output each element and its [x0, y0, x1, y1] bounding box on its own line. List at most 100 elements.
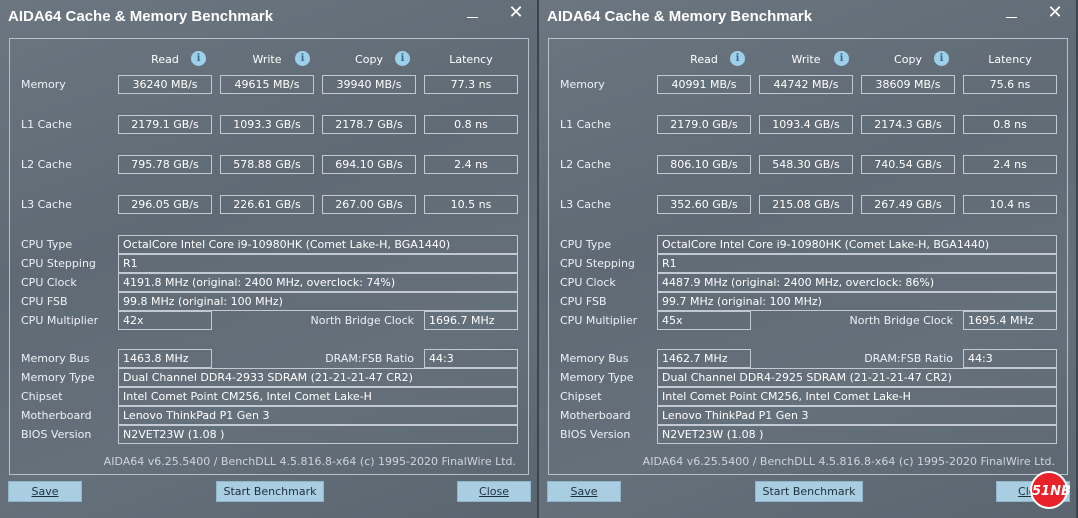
start-benchmark-button[interactable]: Start Benchmark [216, 481, 324, 502]
l3-copy-value: 267.00 GB/s [322, 195, 416, 214]
row-label-l2: L2 Cache [21, 158, 72, 171]
info-icon[interactable]: i [934, 51, 949, 66]
memory-read-value: 36240 MB/s [118, 75, 212, 94]
minimize-icon[interactable] [467, 10, 479, 22]
title-bar[interactable]: AIDA64 Cache & Memory Benchmark ✕ [0, 0, 537, 34]
memory-type-label: Memory Type [21, 371, 95, 384]
memory-bus-value: 1462.7 MHz [657, 349, 751, 368]
motherboard-value: Lenovo ThinkPad P1 Gen 3 [657, 406, 1057, 425]
header-latency: Latency [449, 53, 493, 66]
cpu-stepping-label: CPU Stepping [560, 257, 635, 270]
nb-clock-value: 1695.4 MHz [963, 311, 1057, 330]
memory-read-value: 40991 MB/s [657, 75, 751, 94]
memory-latency-value: 77.3 ns [424, 75, 518, 94]
minimize-icon[interactable] [1006, 10, 1018, 22]
row-label-memory: Memory [560, 78, 605, 91]
nb-clock-label: North Bridge Clock [849, 314, 953, 327]
memory-write-value: 44742 MB/s [759, 75, 853, 94]
dram-fsb-value: 44:3 [424, 349, 518, 368]
cpu-clock-value: 4191.8 MHz (original: 2400 MHz, overcloc… [118, 273, 518, 292]
dram-fsb-value: 44:3 [963, 349, 1057, 368]
l2-write-value: 578.88 GB/s [220, 155, 314, 174]
close-icon[interactable]: ✕ [1046, 3, 1064, 23]
row-label-l3: L3 Cache [560, 198, 611, 211]
bios-value: N2VET23W (1.08 ) [118, 425, 518, 444]
cpu-type-label: CPU Type [560, 238, 612, 251]
nb-clock-label: North Bridge Clock [310, 314, 414, 327]
benchmark-window-right: AIDA64 Cache & Memory Benchmark ✕ Read i… [539, 0, 1076, 518]
watermark-logo: 51NB [1030, 471, 1071, 509]
l1-latency-value: 0.8 ns [963, 115, 1057, 134]
window-title: AIDA64 Cache & Memory Benchmark [8, 8, 274, 25]
cpu-clock-label: CPU Clock [21, 276, 77, 289]
row-label-l1: L1 Cache [560, 118, 611, 131]
row-label-l2: L2 Cache [560, 158, 611, 171]
results-panel: Read i Write i Copy i Latency Memory 409… [548, 38, 1068, 475]
memory-type-value: Dual Channel DDR4-2925 SDRAM (21-21-21-4… [657, 368, 1057, 387]
cpu-type-value: OctalCore Intel Core i9-10980HK (Comet L… [657, 235, 1057, 254]
l1-latency-value: 0.8 ns [424, 115, 518, 134]
l3-write-value: 226.61 GB/s [220, 195, 314, 214]
cpu-stepping-value: R1 [118, 254, 518, 273]
l3-latency-value: 10.4 ns [963, 195, 1057, 214]
close-icon[interactable]: ✕ [507, 3, 525, 23]
info-icon[interactable]: i [295, 51, 310, 66]
l1-read-value: 2179.0 GB/s [657, 115, 751, 134]
memory-type-label: Memory Type [560, 371, 634, 384]
memory-bus-label: Memory Bus [21, 352, 90, 365]
cpu-fsb-value: 99.8 MHz (original: 100 MHz) [118, 292, 518, 311]
chipset-value: Intel Comet Point CM256, Intel Comet Lak… [657, 387, 1057, 406]
info-icon[interactable]: i [395, 51, 410, 66]
nb-clock-value: 1696.7 MHz [424, 311, 518, 330]
l3-read-value: 352.60 GB/s [657, 195, 751, 214]
motherboard-value: Lenovo ThinkPad P1 Gen 3 [118, 406, 518, 425]
l2-read-value: 806.10 GB/s [657, 155, 751, 174]
row-label-l3: L3 Cache [21, 198, 72, 211]
cpu-fsb-label: CPU FSB [21, 295, 68, 308]
l3-write-value: 215.08 GB/s [759, 195, 853, 214]
chipset-label: Chipset [560, 390, 602, 403]
row-label-l1: L1 Cache [21, 118, 72, 131]
cpu-type-label: CPU Type [21, 238, 73, 251]
title-bar[interactable]: AIDA64 Cache & Memory Benchmark ✕ [539, 0, 1076, 34]
benchmark-window-left: AIDA64 Cache & Memory Benchmark ✕ Read i… [0, 0, 537, 518]
bios-label: BIOS Version [560, 428, 631, 441]
motherboard-label: Motherboard [21, 409, 92, 422]
memory-write-value: 49615 MB/s [220, 75, 314, 94]
memory-copy-value: 38609 MB/s [861, 75, 955, 94]
close-button[interactable]: Close [457, 481, 531, 502]
l2-read-value: 795.78 GB/s [118, 155, 212, 174]
save-button[interactable]: Save [8, 481, 82, 502]
bios-value: N2VET23W (1.08 ) [657, 425, 1057, 444]
memory-copy-value: 39940 MB/s [322, 75, 416, 94]
l1-copy-value: 2174.3 GB/s [861, 115, 955, 134]
cpu-clock-label: CPU Clock [560, 276, 616, 289]
l2-latency-value: 2.4 ns [424, 155, 518, 174]
copyright-footer: AIDA64 v6.25.5400 / BenchDLL 4.5.816.8-x… [642, 455, 1055, 468]
window-title: AIDA64 Cache & Memory Benchmark [547, 8, 813, 25]
l3-copy-value: 267.49 GB/s [861, 195, 955, 214]
info-icon[interactable]: i [191, 51, 206, 66]
row-label-memory: Memory [21, 78, 66, 91]
save-button[interactable]: Save [547, 481, 621, 502]
cpu-stepping-label: CPU Stepping [21, 257, 96, 270]
start-benchmark-button[interactable]: Start Benchmark [755, 481, 863, 502]
cpu-multiplier-label: CPU Multiplier [21, 314, 99, 327]
memory-bus-value: 1463.8 MHz [118, 349, 212, 368]
chipset-value: Intel Comet Point CM256, Intel Comet Lak… [118, 387, 518, 406]
cpu-type-value: OctalCore Intel Core i9-10980HK (Comet L… [118, 235, 518, 254]
cpu-multiplier-label: CPU Multiplier [560, 314, 638, 327]
dram-fsb-label: DRAM:FSB Ratio [864, 352, 953, 365]
l3-latency-value: 10.5 ns [424, 195, 518, 214]
info-icon[interactable]: i [834, 51, 849, 66]
cpu-stepping-value: R1 [657, 254, 1057, 273]
memory-bus-label: Memory Bus [560, 352, 629, 365]
cpu-multiplier-value: 42x [118, 311, 212, 330]
info-icon[interactable]: i [730, 51, 745, 66]
l1-copy-value: 2178.7 GB/s [322, 115, 416, 134]
l2-write-value: 548.30 GB/s [759, 155, 853, 174]
l1-write-value: 1093.4 GB/s [759, 115, 853, 134]
l2-copy-value: 740.54 GB/s [861, 155, 955, 174]
l3-read-value: 296.05 GB/s [118, 195, 212, 214]
memory-type-value: Dual Channel DDR4-2933 SDRAM (21-21-21-4… [118, 368, 518, 387]
